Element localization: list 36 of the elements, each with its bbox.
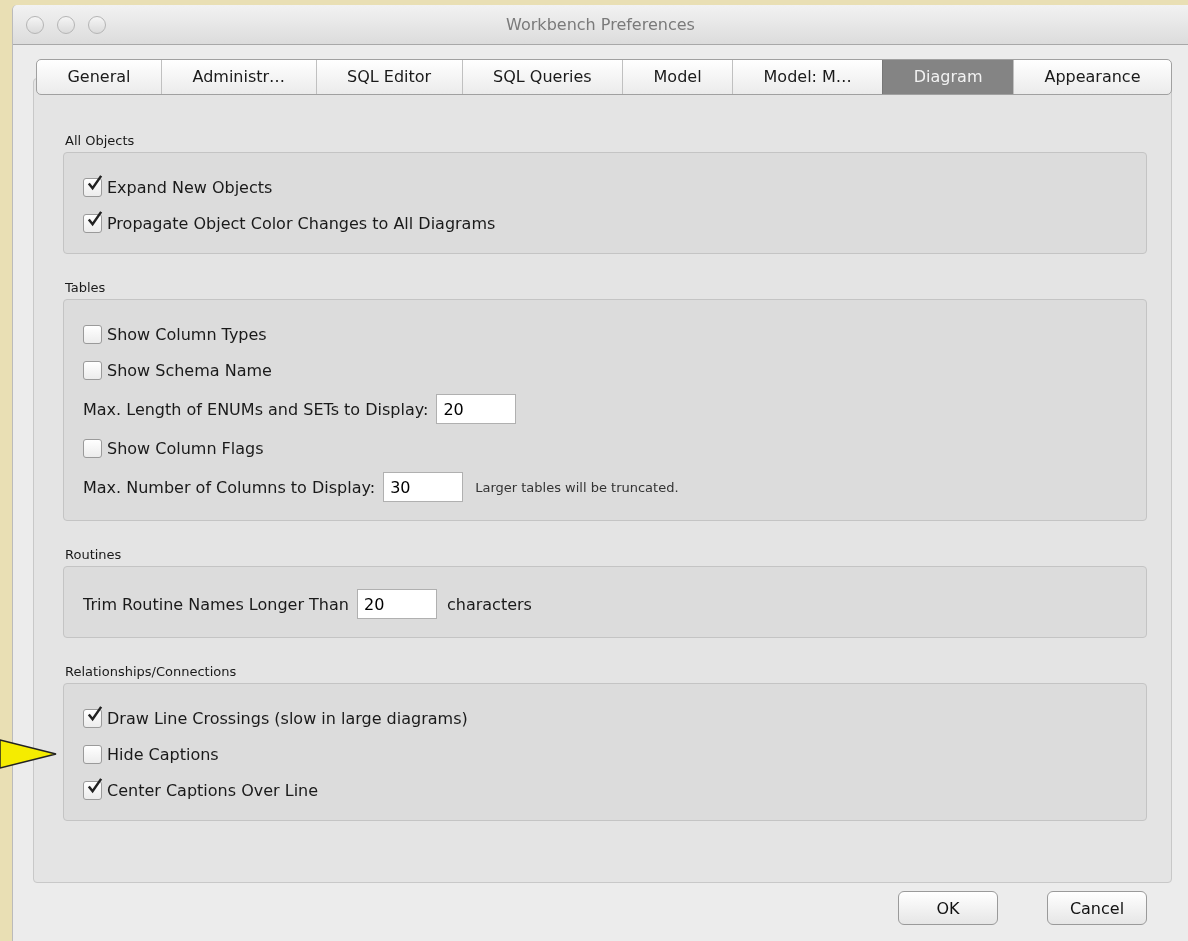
checkbox[interactable]: Draw Line Crossings (slow in large diagrams) — [83, 708, 468, 728]
tab[interactable]: Appearance — [1012, 60, 1171, 94]
window-control-button[interactable] — [88, 15, 106, 34]
checkbox[interactable]: Show Schema Name — [83, 360, 272, 380]
tab[interactable]: Model — [622, 60, 733, 94]
checkbox[interactable]: Expand New Objects — [83, 177, 273, 197]
field-label: characters — [446, 594, 532, 614]
field-label: Trim Routine Names Longer Than — [83, 594, 349, 614]
checkmark-icon — [85, 173, 104, 193]
input-field[interactable]: 20 — [436, 394, 517, 424]
checkmark-icon — [85, 776, 104, 796]
group-heading: Relationships/Connections — [65, 664, 238, 679]
checkbox[interactable]: Propagate Object Color Changes to All Diagrams — [83, 213, 496, 233]
window-control-button[interactable] — [26, 15, 44, 34]
checkbox[interactable]: Show Column Flags — [83, 438, 264, 458]
field-label: Max. Number of Columns to Display: — [83, 477, 376, 497]
dialog-button[interactable]: OK — [898, 891, 998, 925]
input-field[interactable]: 30 — [383, 472, 464, 502]
tab[interactable]: SQL Editor — [315, 60, 462, 94]
checkbox[interactable]: Center Captions Over Line — [83, 780, 319, 800]
input-field[interactable]: 20 — [356, 589, 437, 619]
window-title: Workbench Preferences — [506, 15, 695, 34]
group-heading: Routines — [65, 547, 123, 562]
hint-text: Larger tables will be truncated. — [475, 479, 679, 495]
group-heading: Tables — [65, 280, 107, 295]
checkbox[interactable]: Show Column Types — [83, 324, 267, 344]
checkmark-icon — [85, 704, 104, 724]
dialog-button[interactable]: Cancel — [1047, 891, 1147, 925]
group-heading: All Objects — [65, 133, 136, 148]
checkmark-icon — [85, 209, 104, 229]
window-control-button[interactable] — [57, 15, 75, 34]
field-label: Max. Length of ENUMs and SETs to Display: — [83, 399, 429, 419]
tab[interactable]: SQL Queries — [461, 60, 623, 94]
checkbox[interactable]: Hide Captions — [83, 744, 219, 764]
tab[interactable]: General — [37, 60, 161, 94]
tab[interactable]: Administr… — [161, 60, 316, 94]
